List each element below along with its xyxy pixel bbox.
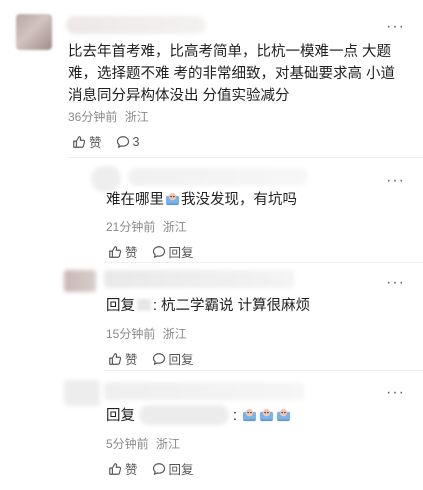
reply-button[interactable]: 回复	[152, 349, 194, 368]
reply-count: 3	[132, 134, 140, 149]
timestamp: 36分钟前	[68, 110, 118, 124]
comment-meta: 21分钟前 浙江	[106, 218, 187, 235]
comment-meta: 5分钟前 浙江	[106, 435, 180, 452]
reply-button[interactable]: 回复	[152, 242, 194, 261]
like-button[interactable]: 赞	[108, 242, 138, 261]
comment-text: 比去年首考难，比高考简单，比杭一模难一点 大题难，选择题不难 考的非常细致，对基…	[68, 44, 396, 104]
comment-text-part-2: 我没发现，有坑吗	[181, 192, 297, 208]
comment-text: 难在哪里 我没发现，有坑吗	[106, 189, 406, 211]
action-bar: 赞 回复	[108, 459, 194, 478]
thumbs-up-icon	[73, 135, 86, 148]
action-bar: 赞 3	[72, 132, 139, 151]
emoji-icon	[243, 408, 257, 422]
more-dots-icon[interactable]: ···	[386, 19, 405, 35]
comment-meta: 15分钟前 浙江	[106, 325, 187, 342]
timestamp: 21分钟前	[106, 220, 156, 234]
location: 浙江	[156, 437, 181, 451]
comment-3: ··· 回复 : 杭二学霸说 计算很麻烦 15分钟前 浙江 赞 回复	[0, 262, 423, 372]
username[interactable]	[66, 16, 206, 34]
thumbs-up-icon	[109, 352, 122, 365]
reply-text: :	[233, 408, 238, 424]
location: 浙江	[124, 110, 149, 124]
action-bar: 赞 回复	[108, 349, 194, 368]
comment-2: ··· 难在哪里 我没发现，有坑吗 21分钟前 浙江 赞 回复	[0, 158, 423, 268]
comment-text: 回复 : 杭二学霸说 计算很麻烦	[106, 295, 406, 317]
timestamp: 15分钟前	[106, 327, 156, 341]
more-dots-icon[interactable]: ···	[386, 173, 405, 189]
username[interactable]	[104, 382, 304, 400]
comment-bubble-icon	[116, 135, 129, 148]
action-bar: 赞 回复	[108, 242, 194, 261]
more-dots-icon[interactable]: ···	[386, 275, 405, 291]
comment-bubble-icon	[152, 462, 165, 475]
comment-1: ··· 比去年首考难，比高考简单，比杭一模难一点 大题难，选择题不难 考的非常细…	[0, 0, 423, 160]
comment-text-part-1: 难在哪里	[106, 192, 164, 208]
reply-label: 回复	[168, 463, 194, 477]
comment-bubble-icon	[152, 245, 165, 258]
reply-prefix: 回复	[106, 298, 135, 314]
comment-text: 回复:	[106, 405, 406, 427]
reply-button[interactable]: 回复	[152, 459, 194, 478]
like-label: 赞	[125, 246, 138, 260]
avatar[interactable]	[64, 270, 96, 292]
reply-target-username[interactable]	[139, 405, 229, 425]
comment-bubble-icon	[152, 352, 165, 365]
location: 浙江	[162, 327, 187, 341]
comment-4: ··· 回复: 5分钟前 浙江 赞 回复	[0, 370, 423, 490]
like-button[interactable]: 赞	[108, 459, 138, 478]
thumbs-up-icon	[109, 462, 122, 475]
reply-prefix: 回复	[106, 408, 135, 424]
avatar[interactable]	[16, 14, 52, 50]
more-dots-icon[interactable]: ···	[386, 385, 405, 401]
emoji-icon	[165, 192, 180, 206]
timestamp: 5分钟前	[106, 437, 149, 451]
location: 浙江	[162, 220, 187, 234]
reply-target-username[interactable]	[137, 299, 151, 311]
avatar[interactable]	[64, 380, 100, 406]
username[interactable]	[104, 270, 294, 288]
comment-meta: 36分钟前 浙江	[68, 108, 149, 125]
reply-count-button[interactable]: 3	[116, 134, 140, 149]
reply-text: : 杭二学霸说 计算很麻烦	[153, 298, 311, 314]
like-label: 赞	[125, 463, 138, 477]
thumbs-up-icon	[109, 245, 122, 258]
like-button[interactable]: 赞	[108, 349, 138, 368]
username[interactable]	[128, 168, 308, 186]
like-button[interactable]: 赞	[72, 132, 102, 151]
reply-label: 回复	[168, 246, 194, 260]
like-label: 赞	[125, 353, 138, 367]
like-label: 赞	[89, 136, 102, 150]
reply-label: 回复	[168, 353, 194, 367]
emoji-icon	[260, 408, 274, 422]
emoji-icon	[277, 408, 291, 422]
